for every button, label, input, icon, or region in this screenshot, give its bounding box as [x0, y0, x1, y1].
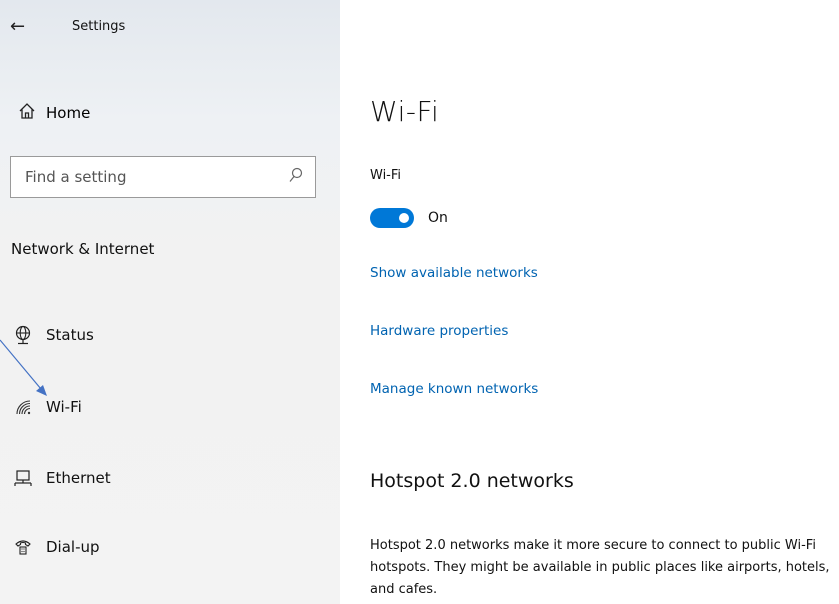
toggle-state-label: On [428, 210, 448, 226]
sidebar-item-label: Dial-up [46, 538, 100, 556]
hotspot-heading: Hotspot 2.0 networks [370, 470, 574, 492]
sidebar: ← Settings Home Network & Internet [0, 0, 340, 604]
globe-icon [12, 325, 34, 345]
sidebar-item-status[interactable]: Status [12, 320, 94, 350]
wifi-setting-label: Wi-Fi [370, 168, 402, 183]
search-box[interactable] [10, 156, 316, 198]
sidebar-item-label: Status [46, 326, 94, 344]
sidebar-item-wifi[interactable]: Wi-Fi [12, 392, 82, 422]
hardware-properties-link[interactable]: Hardware properties [370, 323, 508, 339]
search-icon[interactable] [289, 167, 303, 187]
wifi-icon [12, 398, 34, 416]
home-icon [18, 102, 36, 124]
ethernet-icon [12, 469, 34, 487]
dialup-icon [12, 538, 34, 556]
sidebar-item-label: Wi-Fi [46, 398, 82, 416]
toggle-knob [399, 213, 409, 223]
wifi-toggle-row: On [370, 208, 448, 228]
title-bar: ← Settings [10, 16, 125, 37]
app-title: Settings [72, 19, 126, 34]
sidebar-item-label: Ethernet [46, 469, 111, 487]
wifi-toggle[interactable] [370, 208, 414, 228]
sidebar-item-ethernet[interactable]: Ethernet [12, 463, 111, 493]
section-title: Network & Internet [11, 240, 155, 258]
home-label: Home [46, 104, 91, 122]
sidebar-item-dialup[interactable]: Dial-up [12, 532, 100, 562]
page-title: Wi-Fi [370, 95, 440, 128]
search-input[interactable] [23, 167, 289, 187]
manage-known-networks-link[interactable]: Manage known networks [370, 381, 538, 397]
hotspot-description: Hotspot 2.0 networks make it more secure… [370, 538, 830, 597]
home-link[interactable]: Home [18, 102, 90, 124]
back-arrow-icon[interactable]: ← [10, 16, 32, 37]
show-available-networks-link[interactable]: Show available networks [370, 265, 538, 281]
